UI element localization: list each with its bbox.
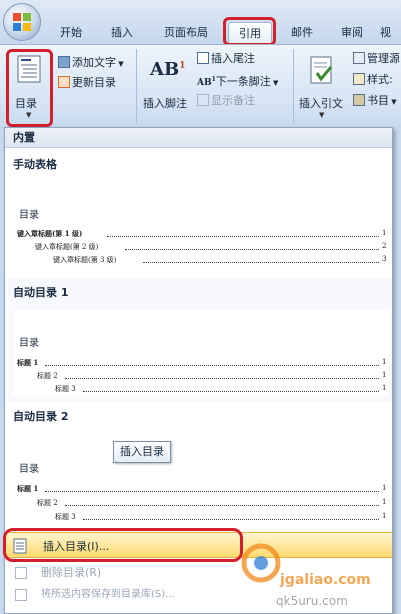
- tab-highlight-box: [223, 17, 276, 46]
- toc-page: 1: [382, 498, 387, 506]
- style-icon: [353, 73, 365, 85]
- style-label: 样式:: [367, 73, 393, 86]
- toc-leader: [45, 365, 379, 366]
- save-selection-label: 将所选内容保存到目录库(S)...: [41, 589, 175, 600]
- tab-mailings[interactable]: 邮件: [280, 22, 324, 44]
- update-toc-icon: [58, 76, 70, 88]
- toc-entry: 标题 1: [17, 358, 39, 367]
- manual-table-option[interactable]: 手动表格 目录 键入章标题(第 1 级) 1 键入章标题(第 2 级) 2 键入…: [5, 150, 392, 278]
- watermark-icon: [241, 543, 281, 583]
- show-notes-label: 显示备注: [211, 94, 255, 107]
- bibliography-button[interactable]: 书目 ▼: [353, 93, 397, 110]
- style-select[interactable]: 样式:: [353, 72, 393, 88]
- insert-toc-tooltip: 插入目录: [113, 441, 171, 463]
- ribbon-tab-bar: 开始 插入 页面布局 引用 邮件 审阅 视: [0, 0, 401, 44]
- manage-sources-icon: [353, 52, 365, 64]
- chevron-down-icon: ▼: [270, 79, 279, 87]
- toc-page: 1: [382, 512, 387, 520]
- tab-insert[interactable]: 插入: [100, 22, 144, 44]
- auto-toc-1-option[interactable]: 自动目录 1 目录 标题 1 1 标题 2 1 标题 3 1: [5, 278, 392, 402]
- toc-page: 1: [382, 229, 387, 237]
- auto-toc-2-title: 自动目录 2: [13, 410, 69, 423]
- tab-page-layout[interactable]: 页面布局: [150, 22, 222, 44]
- toc-page: 1: [382, 358, 387, 366]
- toc-entry: 标题 3: [55, 385, 76, 393]
- group-divider: [136, 49, 137, 123]
- toc-leader: [45, 491, 379, 492]
- builtin-header: 内置: [5, 128, 392, 148]
- show-notes-icon: [197, 94, 209, 106]
- group-divider: [293, 49, 294, 123]
- auto-toc-1-preview: 目录 标题 1 1 标题 2 1 标题 3 1: [13, 310, 389, 396]
- insert-footnote-button[interactable]: AB1 插入脚注: [140, 55, 196, 117]
- toc-page: 1: [382, 371, 387, 379]
- toc-page: 3: [382, 255, 387, 263]
- toc-leader: [83, 391, 379, 392]
- toc-entry: 键入章标题(第 3 级): [53, 256, 117, 264]
- insert-toc-highlight-box: [3, 528, 243, 562]
- tab-home[interactable]: 开始: [48, 22, 94, 44]
- next-footnote-icon: AB1: [197, 76, 216, 88]
- insert-endnote-label: 插入尾注: [211, 52, 255, 65]
- toc-leader: [107, 236, 379, 237]
- chevron-down-icon: ▼: [389, 98, 397, 106]
- preview-title: 目录: [19, 210, 39, 221]
- auto-toc-2-preview: 目录 标题 1 1 标题 2 1 标题 3 1: [13, 434, 389, 524]
- manage-sources-label: 管理源: [367, 52, 400, 65]
- add-text-label: 添加文字: [72, 56, 116, 69]
- remove-toc-icon: [15, 567, 27, 579]
- footnote-icon: AB1: [150, 59, 186, 80]
- toc-leader: [65, 378, 379, 379]
- auto-toc-1-title: 自动目录 1: [13, 286, 69, 299]
- endnote-icon: [197, 52, 209, 64]
- update-toc-button[interactable]: 更新目录: [58, 75, 116, 91]
- watermark-logo: jgaliao.com qk5uru.com: [240, 528, 390, 610]
- manage-sources-button[interactable]: 管理源: [353, 51, 400, 67]
- chevron-down-icon: ▼: [116, 60, 124, 68]
- office-logo-icon: [13, 13, 31, 31]
- toc-entry: 键入章标题(第 2 级): [35, 243, 99, 251]
- toc-entry: 标题 3: [55, 513, 76, 521]
- chevron-down-icon: ▼: [319, 111, 325, 119]
- remove-toc-label: 删除目录(R): [41, 566, 102, 579]
- auto-toc-2-option[interactable]: 自动目录 2 目录 标题 1 1 标题 2 1 标题 3 1: [5, 402, 392, 528]
- watermark-site2: qk5uru.com: [276, 594, 348, 608]
- toc-entry: 标题 1: [17, 484, 39, 493]
- manual-table-preview: 目录 键入章标题(第 1 级) 1 键入章标题(第 2 级) 2 键入章标题(第…: [13, 202, 389, 278]
- insert-citation-label: 插入引文: [299, 97, 343, 110]
- watermark-site: jgaliao.com: [280, 572, 371, 588]
- toc-leader: [83, 519, 379, 520]
- toc-highlight-box: [6, 49, 53, 127]
- add-text-icon: [58, 56, 70, 68]
- ribbon-references: 目录 ▼ 添加文字 ▼ 更新目录 AB1 插入脚注 插入尾注 AB1下一条脚注 …: [0, 44, 401, 128]
- next-footnote-button[interactable]: AB1下一条脚注 ▼: [197, 72, 278, 91]
- toc-leader: [65, 505, 379, 506]
- preview-title: 目录: [19, 464, 39, 475]
- manual-table-title: 手动表格: [13, 158, 57, 171]
- preview-title: 目录: [19, 338, 39, 349]
- insert-footnote-label: 插入脚注: [143, 97, 187, 110]
- citation-icon: [310, 56, 333, 84]
- insert-endnote-button[interactable]: 插入尾注: [197, 51, 255, 67]
- bibliography-label: 书目: [367, 94, 389, 107]
- save-selection-icon: [15, 589, 27, 601]
- toc-page: 2: [382, 242, 387, 250]
- show-notes-button[interactable]: 显示备注: [197, 93, 255, 109]
- toc-entry: 标题 2: [37, 372, 58, 380]
- update-toc-label: 更新目录: [72, 76, 116, 89]
- next-footnote-label: 下一条脚注: [215, 75, 271, 88]
- add-text-button[interactable]: 添加文字 ▼: [58, 55, 124, 72]
- toc-page: 1: [382, 484, 387, 492]
- toc-entry: 键入章标题(第 1 级): [17, 229, 83, 238]
- toc-leader: [125, 249, 379, 250]
- toc-leader: [143, 262, 379, 263]
- toc-page: 1: [382, 384, 387, 392]
- office-button[interactable]: [3, 3, 41, 41]
- bibliography-icon: [353, 94, 365, 106]
- tab-review[interactable]: 审阅: [330, 22, 374, 44]
- insert-citation-button[interactable]: 插入引文 ▼: [297, 51, 349, 123]
- tab-view[interactable]: 视: [380, 22, 401, 44]
- toc-entry: 标题 2: [37, 499, 58, 507]
